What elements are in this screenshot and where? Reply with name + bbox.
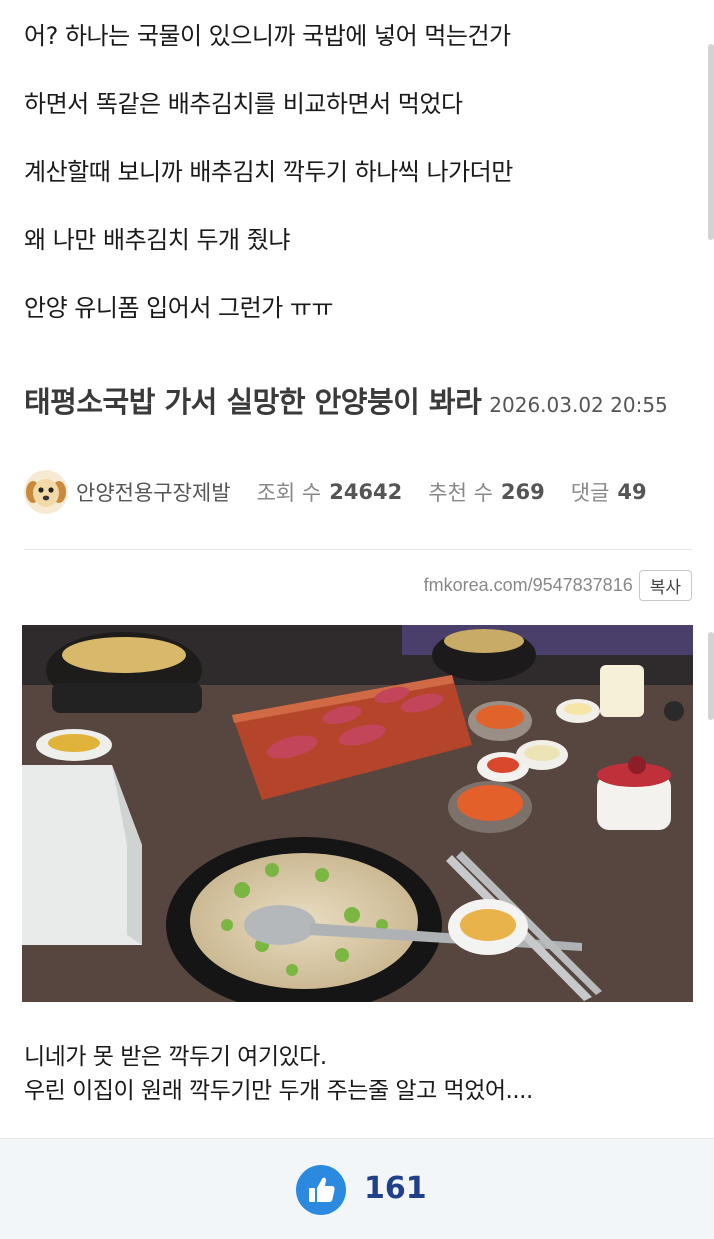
views-count: 24642 bbox=[329, 480, 403, 504]
author-nickname[interactable]: 안양전용구장제발 bbox=[76, 477, 231, 507]
comments-count[interactable]: 49 bbox=[617, 480, 646, 504]
comments-label: 댓글 bbox=[570, 481, 610, 505]
like-count: 161 bbox=[364, 1171, 427, 1206]
body-line: 하면서 똑같은 배추김치를 비교하면서 먹었다 bbox=[24, 90, 463, 118]
views-label: 조회 수 bbox=[256, 481, 322, 505]
post-title[interactable]: 태평소국밥 가서 실망한 안양붕이 봐라 bbox=[24, 385, 482, 419]
post-image[interactable] bbox=[22, 625, 693, 1002]
body-line: 왜 나만 배추김치 두개 줬냐 bbox=[24, 226, 290, 254]
previous-post-body: 어? 하나는 국물이 있으니까 국밥에 넣어 먹는건가 하면서 똑같은 배추김치… bbox=[24, 18, 684, 358]
body-line: 어? 하나는 국물이 있으니까 국밥에 넣어 먹는건가 bbox=[24, 22, 511, 50]
recommend-label: 추천 수 bbox=[428, 481, 493, 505]
body-line: 계산할때 보니까 배추김치 깍두기 하나씩 나가더만 bbox=[24, 158, 513, 186]
post-url[interactable]: fmkorea.com/9547837816 bbox=[424, 575, 633, 596]
post-title-block: 태평소국밥 가서 실망한 안양붕이 봐라 2026.03.02 20:55 bbox=[24, 384, 692, 423]
body-line: 우린 이집이 원래 깍두기만 두개 주는줄 알고 먹었어.... bbox=[24, 1078, 533, 1104]
post-meta: 안양전용구장제발 조회 수 24642 추천 수 269 댓글 49 bbox=[24, 470, 692, 514]
body-line: 안양 유니폼 입어서 그런가 ㅠㅠ bbox=[24, 294, 334, 322]
scrollbar-thumb-top[interactable] bbox=[708, 44, 714, 240]
like-button[interactable] bbox=[296, 1165, 346, 1215]
like-bar: 161 bbox=[0, 1138, 714, 1239]
post-header: 태평소국밥 가서 실망한 안양붕이 봐라 2026.03.02 20:55 bbox=[24, 384, 692, 423]
body-line: 니네가 못 받은 깍두기 여기있다. bbox=[24, 1044, 327, 1070]
recommend-count: 269 bbox=[500, 480, 545, 504]
divider bbox=[24, 549, 692, 550]
post-url-row: fmkorea.com/9547837816 복사 bbox=[424, 570, 692, 601]
copy-url-button[interactable]: 복사 bbox=[638, 570, 692, 601]
post-body: 니네가 못 받은 깍두기 여기있다. 우린 이집이 원래 깍두기만 두개 주는줄… bbox=[24, 1040, 684, 1108]
scrollbar-thumb-middle[interactable] bbox=[708, 632, 714, 720]
avatar[interactable] bbox=[24, 470, 68, 514]
post-date: 2026.03.02 20:55 bbox=[489, 393, 668, 417]
thumbs-up-icon bbox=[296, 1177, 346, 1219]
